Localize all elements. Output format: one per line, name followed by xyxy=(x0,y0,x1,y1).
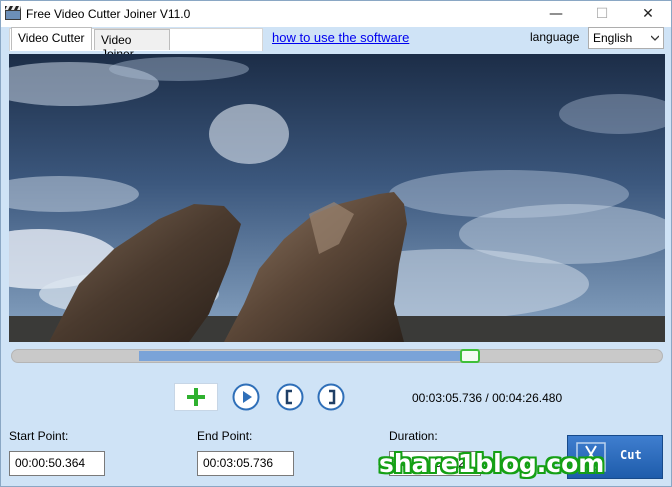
maximize-button[interactable]: ☐ xyxy=(579,1,625,27)
tab-video-cutter[interactable]: Video Cutter xyxy=(11,27,92,50)
language-select[interactable]: English xyxy=(588,27,664,49)
bracket-open-icon xyxy=(276,383,304,411)
film-clapper-icon xyxy=(5,6,21,20)
cut-button-label: Cut xyxy=(620,448,642,462)
timeline-bar[interactable] xyxy=(11,349,663,363)
play-button[interactable] xyxy=(232,383,260,411)
time-readout: 00:03:05.736 / 00:04:26.480 xyxy=(412,391,563,405)
maximize-icon: ☐ xyxy=(595,6,609,22)
close-button[interactable]: ✕ xyxy=(625,1,671,27)
watermark-text: share1blog.com xyxy=(379,449,605,478)
play-icon xyxy=(232,383,260,411)
bracket-close-icon xyxy=(317,383,345,411)
title-bar: Free Video Cutter Joiner V11.0 — ☐ ✕ xyxy=(1,1,671,27)
close-icon: ✕ xyxy=(642,6,654,22)
start-point-input[interactable]: 00:00:50.364 xyxy=(9,451,105,476)
duration-label: Duration: xyxy=(389,429,438,443)
tab-strip: Video Cutter Video Joiner how to use the… xyxy=(1,27,671,61)
app-window: Free Video Cutter Joiner V11.0 — ☐ ✕ Vid… xyxy=(0,0,672,487)
video-frame-image xyxy=(9,54,665,342)
minimize-button[interactable]: — xyxy=(533,1,579,27)
end-point-label: End Point: xyxy=(197,429,253,443)
language-label: language xyxy=(530,30,580,44)
plus-icon xyxy=(187,388,205,406)
add-segment-button[interactable] xyxy=(174,383,218,411)
chevron-down-icon xyxy=(651,35,659,41)
end-point-input[interactable]: 00:03:05.736 xyxy=(197,451,294,476)
playhead-handle[interactable] xyxy=(460,349,480,363)
language-selected-value: English xyxy=(593,31,633,45)
tab-video-joiner[interactable]: Video Joiner xyxy=(94,29,170,61)
mark-end-button[interactable] xyxy=(317,383,345,411)
timeline-selection xyxy=(139,351,470,361)
minimize-icon: — xyxy=(549,6,563,22)
start-point-label: Start Point: xyxy=(9,429,69,443)
help-link[interactable]: how to use the software xyxy=(272,30,409,45)
window-title: Free Video Cutter Joiner V11.0 xyxy=(26,7,191,21)
video-preview[interactable] xyxy=(9,54,665,342)
mark-start-button[interactable] xyxy=(276,383,304,411)
